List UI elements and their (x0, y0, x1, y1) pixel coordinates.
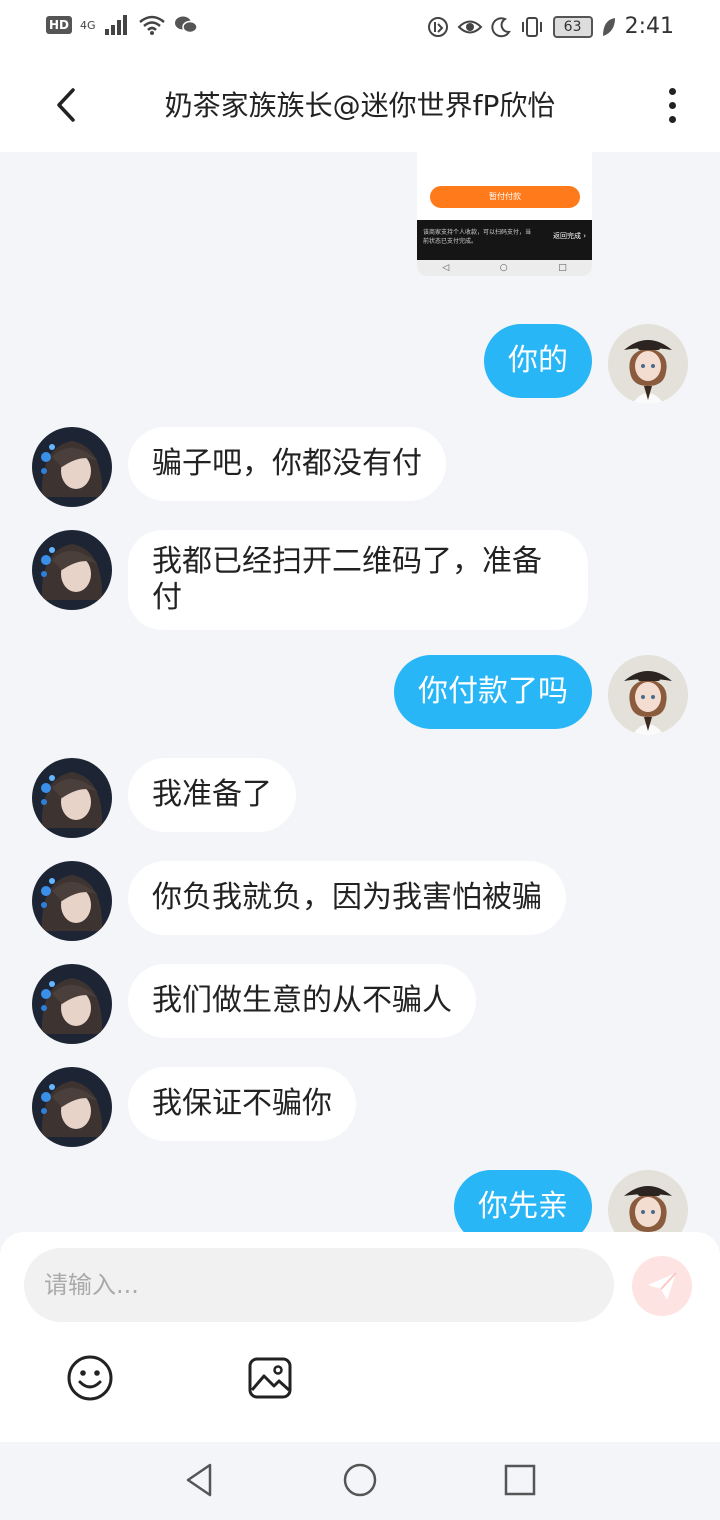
image-icon (248, 1357, 292, 1399)
message-bubble-incoming[interactable]: 我们做生意的从不骗人 (128, 964, 476, 1038)
message-list[interactable]: 暂付付款 该商家支持个人收款，可以扫码支付，当前状态已支付完成。 返回完成 › … (0, 152, 720, 1232)
avatar-contact-icon (32, 427, 112, 507)
image-nav-bar: ◁ ○ □ (417, 260, 592, 276)
avatar-contact-icon (32, 861, 112, 941)
nav-back-button[interactable] (180, 1460, 220, 1504)
avatar-self-icon (608, 655, 688, 735)
data-saver-icon (427, 16, 448, 37)
my-avatar[interactable] (608, 324, 688, 404)
signal-icon (104, 15, 127, 35)
contact-avatar[interactable] (32, 427, 112, 507)
message-bubble-outgoing[interactable]: 你付款了吗 (394, 655, 592, 729)
chat-header: 奶茶家族族长@迷你世界fP欣怡 (0, 58, 720, 152)
emoji-button[interactable] (66, 1354, 114, 1402)
message-bubble-incoming[interactable]: 骗子吧，你都没有付 (128, 427, 446, 501)
my-avatar[interactable] (608, 655, 688, 735)
eye-comfort-icon (457, 20, 483, 33)
chat-title: 奶茶家族族长@迷你世界fP欣怡 (164, 89, 556, 122)
status-left: HD 4G (46, 14, 198, 36)
paper-plane-icon (648, 1272, 677, 1300)
clock: 2:41 (624, 14, 674, 39)
chevron-left-icon (57, 88, 75, 122)
battery-indicator: 63 (552, 15, 593, 38)
image-footer: 该商家支持个人收款，可以扫码支付，当前状态已支付完成。 返回完成 › (417, 220, 592, 260)
smiley-icon (67, 1355, 113, 1401)
moon-icon (491, 16, 511, 37)
image-pay-button: 暂付付款 (430, 186, 580, 208)
image-nav-recent-icon: □ (558, 263, 567, 273)
composer-panel (0, 1232, 720, 1442)
leaf-icon (602, 17, 615, 36)
circle-home-icon (343, 1463, 377, 1497)
more-dot-icon (668, 101, 676, 109)
nav-home-button[interactable] (340, 1460, 380, 1504)
back-button[interactable] (46, 82, 86, 128)
wechat-icon (174, 16, 198, 34)
message-bubble-incoming[interactable]: 我保证不骗你 (128, 1067, 356, 1141)
message-bubble-incoming[interactable]: 你负我就负，因为我害怕被骗 (128, 861, 566, 935)
image-footer-action: 返回完成 › (552, 232, 586, 240)
avatar-contact-icon (32, 758, 112, 838)
image-footer-text: 该商家支持个人收款，可以扫码支付，当前状态已支付完成。 (423, 229, 532, 245)
send-button[interactable] (632, 1256, 692, 1316)
more-dot-icon (668, 115, 676, 123)
status-right: 63 2:41 (427, 14, 674, 39)
system-nav-bar (0, 1442, 720, 1520)
image-nav-back-icon: ◁ (442, 263, 450, 273)
message-bubble-outgoing[interactable]: 你的 (484, 324, 592, 398)
image-nav-home-icon: ○ (499, 263, 508, 273)
avatar-self-icon (608, 1170, 688, 1232)
vibrate-icon (521, 16, 542, 37)
contact-avatar[interactable] (32, 530, 112, 610)
contact-avatar[interactable] (32, 964, 112, 1044)
avatar-contact-icon (32, 530, 112, 610)
my-avatar[interactable] (608, 1170, 688, 1232)
network-type: 4G (80, 18, 96, 32)
message-bubble-incoming[interactable]: 我准备了 (128, 758, 296, 832)
triangle-back-icon (186, 1463, 212, 1497)
status-bar: HD 4G 63 2:41 (0, 0, 720, 58)
hd-badge: HD (46, 16, 73, 34)
more-dot-icon (668, 87, 676, 95)
message-input[interactable] (24, 1248, 614, 1322)
avatar-self-icon (608, 324, 688, 404)
contact-avatar[interactable] (32, 861, 112, 941)
square-recents-icon (504, 1464, 536, 1496)
wifi-icon (138, 15, 165, 35)
contact-avatar[interactable] (32, 758, 112, 838)
image-picker-button[interactable] (246, 1354, 294, 1402)
avatar-contact-icon (32, 1067, 112, 1147)
more-options-button[interactable] (660, 82, 684, 128)
message-bubble-incoming[interactable]: 我都已经扫开二维码了，准备付 (128, 530, 588, 630)
avatar-contact-icon (32, 964, 112, 1044)
nav-recents-button[interactable] (500, 1460, 540, 1504)
message-bubble-outgoing[interactable]: 你先亲 (454, 1170, 592, 1232)
contact-avatar[interactable] (32, 1067, 112, 1147)
image-message[interactable]: 暂付付款 该商家支持个人收款，可以扫码支付，当前状态已支付完成。 返回完成 › … (417, 152, 592, 276)
